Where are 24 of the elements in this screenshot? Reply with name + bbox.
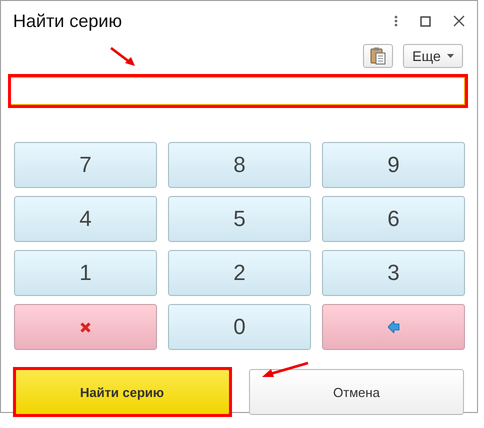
digit-key[interactable]: 8 [168, 142, 311, 188]
close-icon[interactable] [453, 15, 465, 27]
more-options-icon[interactable] [394, 15, 398, 27]
digit-key[interactable]: 5 [168, 196, 311, 242]
more-button[interactable]: Еще [403, 44, 463, 68]
digit-key[interactable]: 6 [322, 196, 465, 242]
digit-key[interactable]: 9 [322, 142, 465, 188]
annotation-arrow [109, 46, 137, 68]
clipboard-icon [370, 47, 386, 65]
maximize-icon[interactable] [420, 16, 431, 26]
digit-key[interactable]: 3 [322, 250, 465, 296]
digit-key[interactable]: 1 [14, 250, 157, 296]
digit-key[interactable]: 2 [168, 250, 311, 296]
find-button[interactable]: Найти серию [14, 369, 230, 415]
window-title: Найти серию [13, 10, 123, 32]
cancel-button[interactable]: Отмена [249, 369, 464, 415]
left-arrow-icon [388, 321, 400, 333]
cross-icon [80, 322, 91, 332]
annotation-arrow [260, 361, 310, 379]
caret-icon [446, 54, 454, 58]
paste-button[interactable] [363, 44, 393, 68]
digit-key[interactable]: 0 [168, 304, 311, 350]
digit-key[interactable]: 4 [14, 196, 157, 242]
digit-key[interactable]: 7 [14, 142, 157, 188]
